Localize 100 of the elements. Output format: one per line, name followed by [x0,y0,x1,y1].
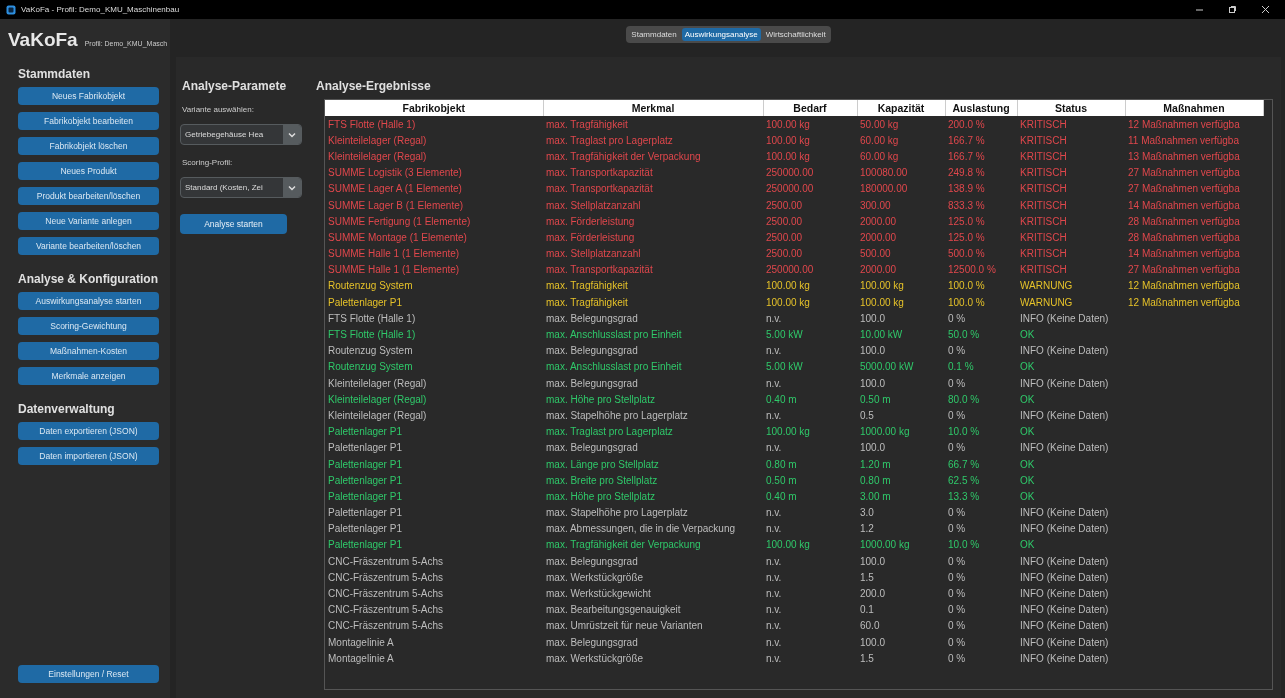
table-cell-text: max. Traglast pro Lagerplatz [545,133,674,148]
sidebar-button[interactable]: Produkt bearbeiten/löschen [18,187,159,205]
table-cell-text: 2500.00 [765,198,804,213]
sidebar-button[interactable]: Maßnahmen-Kosten [18,342,159,360]
table-cell-text: INFO (Keine Daten) [1019,408,1110,423]
field-label: Variante auswählen: [182,105,255,114]
table-cell-text: max. Anschlusslast pro Einheit [545,360,683,375]
table-cell-text: 13 Maßnahmen verfügba [1127,149,1241,164]
sidebar-button[interactable]: Daten importieren (JSON) [18,447,159,465]
table-cell: 100.00 kg [763,116,857,133]
table-cell: 12 Maßnahmen verfügba [1125,116,1263,133]
table-cell-text: 2000.00 [859,214,898,229]
table-cell-text: n.v. [765,651,783,666]
tab[interactable]: Auswirkungsanalyse [681,28,761,41]
table-cell-text: 0 % [947,408,967,423]
table-cell-text: 10.00 kW [859,328,904,343]
table-cell-text: 0 % [947,554,967,569]
tab[interactable]: Stammdaten [628,28,680,41]
sidebar-button[interactable]: Fabrikobjekt bearbeiten [18,112,159,130]
table-cell-text: Routenzug System [327,279,414,294]
table-cell: max. Tragfähigkeit [543,116,763,133]
table-cell-text: 1.2 [859,522,875,537]
table-cell-text: 100.0 [859,554,887,569]
table-cell-text: WARNUNG [1019,295,1074,310]
table-cell-text: 166.7 % [947,133,986,148]
table-cell-text: OK [1019,489,1036,504]
table-cell-text: CNC-Fräszentrum 5-Achs [327,587,445,602]
table-cell-text: 11 Maßnahmen verfügba [1127,133,1240,148]
table-cell-text: 0 % [947,570,967,585]
table-cell-text: OK [1019,473,1036,488]
table-cell-text: 3.00 m [859,489,892,504]
table-cell-text: INFO (Keine Daten) [1019,619,1110,634]
sidebar-button[interactable]: Neues Produkt [18,162,159,180]
table-cell-text: 1.5 [859,651,875,666]
dropdown[interactable]: Getriebegehäuse Hea [180,124,302,145]
table-cell-text: 100080.00 [859,166,909,181]
table-cell-text: 0 % [947,522,967,537]
table-cell-text: Montagelinie A [327,635,395,650]
table-cell-text: FTS Flotte (Halle 1) [327,328,417,343]
table-cell-text: n.v. [765,506,783,521]
table-cell-text: 2000.00 [859,230,898,245]
table-cell-text: 60.00 kg [859,149,900,164]
table-cell-text: 100.0 [859,635,887,650]
table-cell-text: 1000.00 kg [859,425,911,440]
start-analysis-button[interactable]: Analyse starten [180,214,287,234]
table-cell-text: 300.00 [859,198,892,213]
table-cell-text: max. Belegungsgrad [545,376,639,391]
table-cell-text: 0.1 [859,603,875,618]
table-cell-text: 12500.0 % [947,263,997,278]
table-cell-text: Palettenlager P1 [327,295,403,310]
tab[interactable]: Wirtschaftlichkeit [762,28,829,41]
table-cell-text: n.v. [765,344,783,359]
sidebar-button[interactable]: Neue Variante anlegen [18,212,159,230]
restore-icon [1227,5,1237,14]
table-cell-text: KRITISCH [1019,247,1068,262]
field-label: Scoring-Profil: [182,158,234,167]
table-cell-text: OK [1019,538,1036,553]
table-cell-text: WARNUNG [1019,279,1074,294]
column-header: Maßnahmen [1125,100,1263,116]
table-cell-text: max. Werkstückgröße [545,570,645,585]
table-cell-text: Palettenlager P1 [327,441,403,456]
column-header: Bedarf [763,100,857,116]
table-cell-text: 28 Maßnahmen verfügba [1127,230,1241,245]
table-cell-text: 250000.00 [765,166,815,181]
table-cell-text: 10.0 % [947,538,981,553]
table-cell-text: max. Abmessungen, die in die Verpackung [545,522,736,537]
table-cell-text: 10.0 % [947,425,981,440]
sidebar-button[interactable]: Daten exportieren (JSON) [18,422,159,440]
settings-button[interactable]: Einstellungen / Reset [18,665,159,683]
table-cell-text: OK [1019,392,1036,407]
table-cell-text: 0 % [947,635,967,650]
app-name: VaKoFa [8,29,78,51]
table-cell: 200.0 % [945,116,1017,133]
table-cell-text: 50.0 % [947,328,981,343]
table-cell-text: 125.0 % [947,214,986,229]
dropdown[interactable]: Standard (Kosten, Zei [180,177,302,198]
table-cell-text: max. Traglast pro Lagerplatz [545,425,674,440]
table-cell-text: n.v. [765,522,783,537]
table-cell-text: max. Belegungsgrad [545,635,639,650]
table-cell-text: max. Stapelhöhe pro Lagerplatz [545,506,689,521]
table-cell-text: CNC-Fräszentrum 5-Achs [327,619,445,634]
sidebar-button[interactable]: Auswirkungsanalyse starten [18,292,159,310]
table-cell-text: n.v. [765,441,783,456]
column-header: Merkmal [543,100,763,116]
sidebar-button[interactable]: Merkmale anzeigen [18,367,159,385]
sidebar-button[interactable]: Fabrikobjekt löschen [18,137,159,155]
table-cell-text: SUMME Halle 1 (1 Elemente) [327,263,461,278]
panel-title: Analyse-Paramete [182,79,288,93]
table-cell-text: 62.5 % [947,473,981,488]
panel-title: Analyse-Ergebnisse [316,79,432,93]
table-cell-text: 0 % [947,344,967,359]
table-cell-text: 0 % [947,651,967,666]
sidebar-button[interactable]: Variante bearbeiten/löschen [18,237,159,255]
table-cell-text: 27 Maßnahmen verfügba [1127,166,1241,181]
table-cell-text: 100.00 kg [765,295,811,310]
table-cell: 50.00 kg [857,116,945,133]
table-cell-text: 100.00 kg [859,279,905,294]
sidebar-button[interactable]: Neues Fabrikobjekt [18,87,159,105]
table-cell-text: KRITISCH [1019,230,1068,245]
sidebar-button[interactable]: Scoring-Gewichtung [18,317,159,335]
